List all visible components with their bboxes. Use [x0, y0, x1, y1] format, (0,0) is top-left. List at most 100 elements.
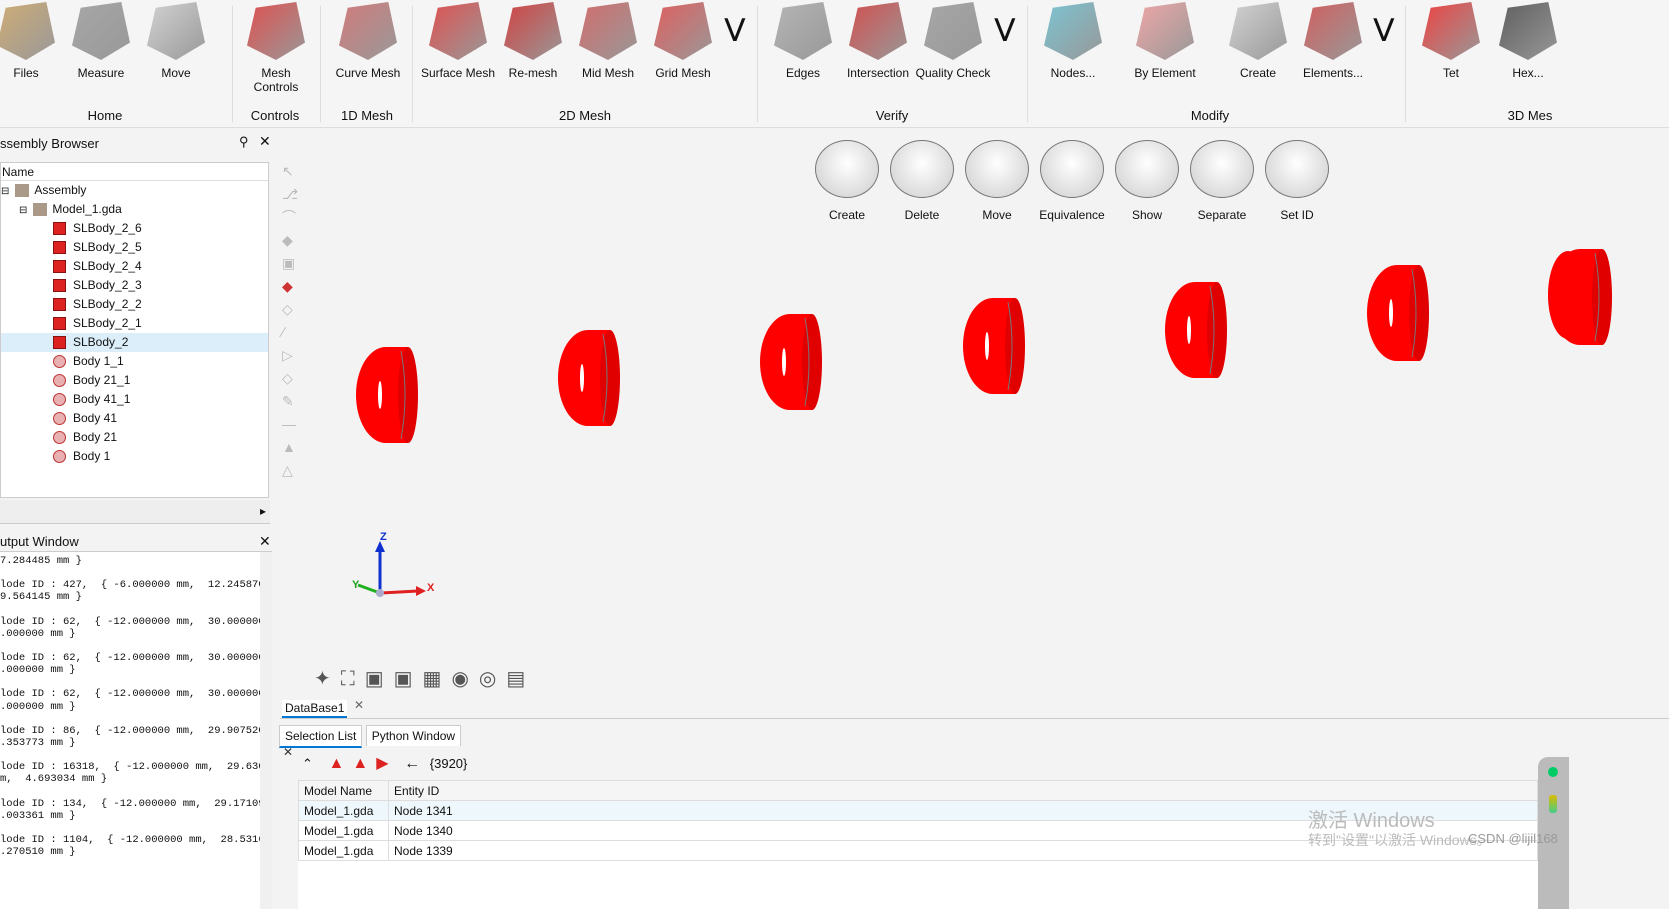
tree-item[interactable]: SLBody_2_6	[1, 219, 268, 238]
tree-item[interactable]: SLBody_2_3	[1, 276, 268, 295]
ribbon-button-mid-mesh[interactable]: Mid Mesh	[570, 0, 646, 80]
output-line: lode ID : 62, { -12.000000 mm, 30.000000…	[0, 615, 272, 640]
tree-item[interactable]: Body 1	[1, 447, 268, 466]
collapse-icon[interactable]: ⌃	[302, 756, 313, 771]
node-tool-icon	[1040, 140, 1104, 198]
tree-item[interactable]: SLBody_2	[1, 333, 268, 352]
axis-z-label: Z	[380, 531, 387, 543]
col-model-name[interactable]: Model Name	[298, 780, 389, 801]
cylinder-mesh-part[interactable]	[760, 314, 822, 410]
cylinder-mesh-part[interactable]	[1165, 282, 1227, 378]
cylinder-mesh-part[interactable]	[356, 347, 418, 443]
output-scrollbar[interactable]	[260, 552, 272, 909]
nodes-equivalence-button[interactable]: Equivalence	[1037, 140, 1107, 222]
ribbon-button-surface-mesh[interactable]: Surface Mesh	[420, 0, 496, 80]
ribbon-group-label[interactable]: Controls	[240, 108, 310, 123]
tree-item[interactable]: Body 41	[1, 409, 268, 428]
close-selection-icon[interactable]: ✕	[283, 745, 293, 759]
axis-triad: Z Y X	[352, 531, 435, 597]
tree-item[interactable]: Body 21	[1, 428, 268, 447]
ribbon-group-label: Verify	[875, 108, 909, 123]
nodes-separate-button[interactable]: Separate	[1187, 140, 1257, 222]
ribbon-group-label[interactable]: Modify	[1170, 108, 1250, 123]
solid-body-icon	[53, 336, 66, 350]
tree-item[interactable]: SLBody_2_4	[1, 257, 268, 276]
node-tool-icon	[890, 140, 954, 198]
assembly-browser: Name ⊟ Assembly ⊟ Model_1.gda SLBody_2_6 SLBo…	[0, 162, 269, 498]
tree-item[interactable]: SLBody_2_2	[1, 295, 268, 314]
close-output-icon[interactable]: ✕	[259, 533, 271, 550]
node-tool-icon	[1115, 140, 1179, 198]
close-icon[interactable]: ✕	[259, 133, 271, 150]
ribbon-button-edges[interactable]: Edges	[765, 0, 841, 80]
ribbon-button-quality-check[interactable]: Quality Check	[915, 0, 991, 80]
nodes-show-button[interactable]: Show	[1112, 140, 1182, 222]
ribbon-button-create[interactable]: Create	[1220, 0, 1296, 80]
tree-item[interactable]: Body 1_1	[1, 352, 268, 371]
activation-watermark: 激活 Windows	[1308, 810, 1435, 832]
tree-item[interactable]: Body 41_1	[1, 390, 268, 409]
cylinder-mesh-part[interactable]	[963, 298, 1025, 394]
ribbon-button-curve-mesh[interactable]: Curve Mesh	[330, 0, 406, 80]
ribbon-group-label: 3D Mes	[1507, 108, 1553, 123]
ribbon-button-hex[interactable]: Hex...	[1490, 0, 1566, 80]
ribbon-button-nodes[interactable]: Nodes...	[1035, 0, 1111, 80]
ribbon-button-elements[interactable]: Elements...	[1295, 0, 1371, 80]
tree-item[interactable]: ⊟ Model_1.gda	[1, 200, 268, 219]
ribbon-button-measure[interactable]: Measure	[63, 0, 139, 80]
ribbon-button-tet[interactable]: Tet	[1413, 0, 1489, 80]
collapse-toggle-icon[interactable]: ⊟	[19, 205, 27, 216]
solid-body-icon	[53, 279, 66, 293]
ribbon-button-move[interactable]: Move	[138, 0, 214, 80]
node-tool-icon	[815, 140, 879, 198]
name-column-header[interactable]: Name	[1, 163, 268, 181]
tree-item[interactable]: SLBody_2_1	[1, 314, 268, 333]
tab-python-window[interactable]: Python Window	[365, 725, 462, 746]
cylinder-mesh-part[interactable]	[558, 330, 620, 426]
tabs-scroll-right-icon[interactable]: ▸	[260, 504, 266, 518]
browser-tabs[interactable]: ▸	[0, 500, 270, 524]
search-icon[interactable]: ⚲	[239, 134, 249, 150]
close-database-tab-icon[interactable]: ✕	[354, 698, 364, 712]
tree-item[interactable]: Body 21_1	[1, 371, 268, 390]
tree-item[interactable]: ⊟ Assembly	[1, 181, 268, 200]
col-entity-id[interactable]: Entity ID	[388, 780, 1538, 801]
more-modify-chevron-icon[interactable]: ⋁	[1374, 14, 1394, 43]
assembly-icon	[15, 184, 30, 198]
selection-filter-icons[interactable]: ▲▲▶	[329, 755, 397, 772]
ribbon-icon	[774, 2, 832, 60]
nodes-delete-button[interactable]: Delete	[887, 140, 957, 222]
ribbon-button-mesh-controls[interactable]: Mesh Controls	[238, 0, 314, 94]
tree-item[interactable]: SLBody_2_5	[1, 238, 268, 257]
more-2d-mesh-chevron-icon[interactable]: ⋁	[725, 14, 745, 43]
output-line: lode ID : 1104, { -12.000000 mm, 28.5316…	[0, 834, 272, 859]
ribbon-button-grid-mesh[interactable]: Grid Mesh	[645, 0, 721, 80]
output-line: lode ID : 86, { -12.000000 mm, 29.907520…	[0, 724, 272, 750]
ribbon-button-intersection[interactable]: Intersection	[840, 0, 916, 80]
ribbon-icon	[72, 2, 130, 60]
ribbon-button-files[interactable]: Files	[0, 0, 64, 80]
more-verify-chevron-icon[interactable]: ⋁	[995, 14, 1015, 43]
ribbon-button-re-mesh[interactable]: Re-mesh	[495, 0, 571, 80]
ribbon-group-label: Home	[87, 108, 123, 123]
collapse-toggle-icon[interactable]: ⊟	[1, 186, 9, 197]
nodes-set-id-button[interactable]: Set ID	[1262, 140, 1332, 222]
model-icon	[33, 203, 48, 217]
body-icon	[53, 393, 66, 407]
nodes-move-button[interactable]: Move	[962, 140, 1032, 222]
output-line: lode ID : 427, { -6.000000 mm, 12.245870…	[0, 579, 272, 604]
cylinder-mesh-part[interactable]	[1548, 251, 1588, 339]
back-arrow-icon[interactable]: ←	[404, 755, 420, 772]
ribbon-group-label: 2D Mesh	[558, 108, 612, 123]
ribbon-button-by-element[interactable]: By Element	[1127, 0, 1203, 80]
node-tool-icon	[1190, 140, 1254, 198]
node-tool-icon	[965, 140, 1029, 198]
output-window: 7.284485 mm } lode ID : 427, { -6.000000 …	[0, 551, 272, 909]
output-line: lode ID : 16318, { -12.000000 mm, 29.630…	[0, 761, 272, 786]
viewport-model[interactable]	[300, 235, 1669, 465]
nodes-create-button[interactable]: Create	[812, 140, 882, 222]
view-toolbar[interactable]: ✦⛶▣▣▦◉◎▤	[314, 666, 535, 691]
ribbon-icon	[924, 2, 982, 60]
tab-database1[interactable]: DataBase1	[282, 700, 348, 718]
cylinder-mesh-part[interactable]	[1367, 265, 1429, 361]
